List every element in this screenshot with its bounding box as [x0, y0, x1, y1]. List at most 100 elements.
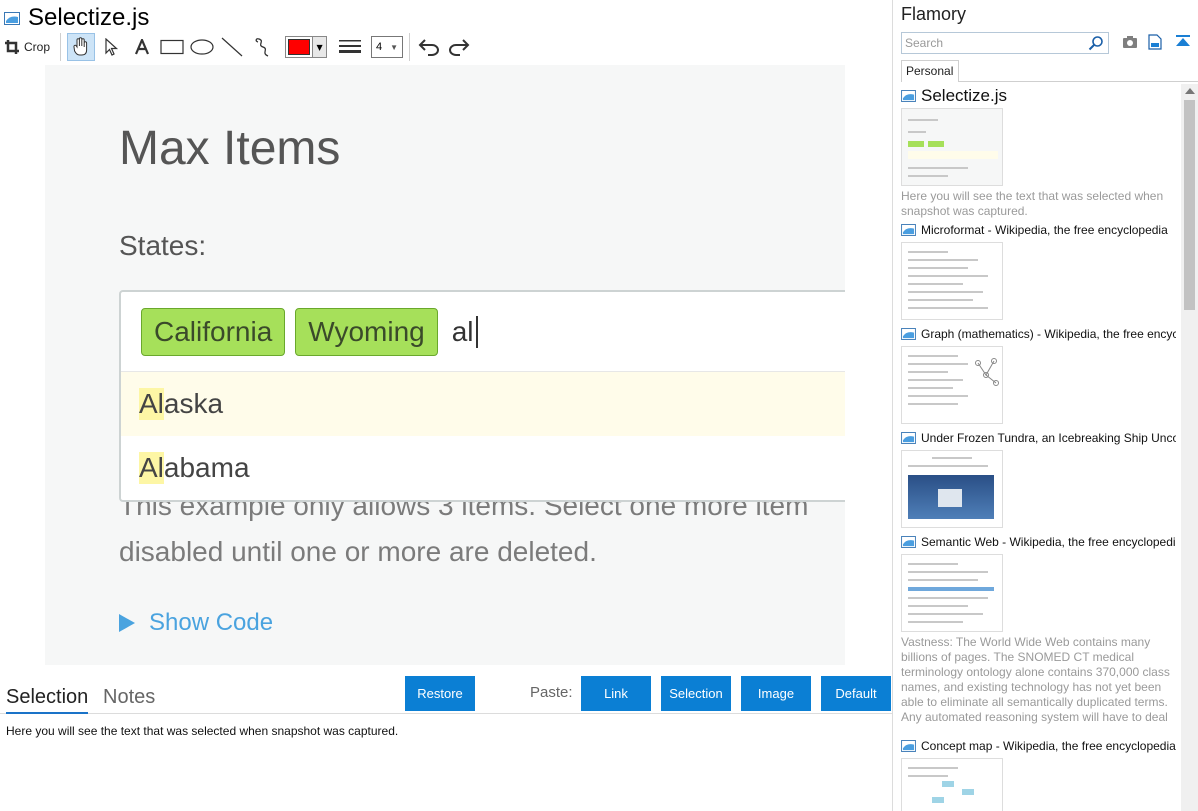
tab-personal[interactable]: Personal	[901, 60, 959, 82]
undo-button[interactable]	[416, 33, 442, 61]
snapshot-heading: Max Items	[119, 122, 341, 175]
item-title: Microformat - Wikipedia, the free encycl…	[901, 221, 1176, 239]
thumbnail	[901, 242, 1003, 320]
freehand-tool-button[interactable]	[249, 33, 275, 61]
undo-icon	[418, 39, 439, 56]
snapshot-icon	[901, 536, 916, 548]
snapshot-icon	[901, 328, 916, 340]
option-rest: abama	[163, 452, 250, 483]
crop-icon	[5, 40, 19, 54]
tab-selection[interactable]: Selection	[6, 682, 89, 714]
item-title: Selectize.js	[901, 87, 1176, 105]
item-title-text: Selectize.js	[921, 87, 1007, 105]
item-title-text: Graph (mathematics) - Wikipedia, the fre…	[921, 327, 1176, 341]
text-cursor	[475, 315, 478, 348]
chevron-down-icon: ▼	[390, 42, 399, 52]
toolbar-divider	[409, 33, 411, 61]
ellipse-tool-button[interactable]	[189, 33, 215, 61]
rectangle-tool-button[interactable]	[159, 33, 185, 61]
thumbnail	[901, 108, 1003, 186]
crop-label: Crop	[24, 40, 51, 54]
paste-default-button[interactable]: Default	[821, 676, 891, 711]
search-input[interactable]: Search	[901, 32, 1109, 54]
ellipse-icon	[190, 39, 214, 55]
item-title: Under Frozen Tundra, an Icebreaking Ship…	[901, 429, 1176, 447]
match-highlight: Al	[139, 388, 164, 420]
color-picker[interactable]: ▼	[285, 36, 328, 58]
restore-button[interactable]: Restore	[405, 676, 475, 711]
selectize-control: California Wyoming al Al aska Al abama	[119, 290, 845, 502]
paste-selection-button[interactable]: Selection	[661, 676, 731, 711]
paste-link-button[interactable]: Link	[581, 676, 651, 711]
tab-notes[interactable]: Notes	[103, 682, 155, 714]
crop-button[interactable]: Crop	[4, 33, 50, 61]
document-icon[interactable]	[1148, 34, 1162, 50]
select-tool-button[interactable]	[99, 33, 125, 61]
arrow-cursor-icon	[105, 38, 119, 56]
paste-image-button[interactable]: Image	[741, 676, 811, 711]
list-item[interactable]: Semantic Web - Wikipedia, the free encyc…	[901, 533, 1176, 727]
sidebar-tabs: Personal	[901, 60, 1198, 82]
item-title: Semantic Web - Wikipedia, the free encyc…	[901, 533, 1176, 551]
freehand-icon	[255, 38, 269, 57]
line-tool-button[interactable]	[219, 33, 245, 61]
selected-chip: Wyoming	[295, 307, 438, 356]
line-size-select[interactable]: 4 ▼	[371, 36, 404, 58]
text-tool-button[interactable]	[129, 33, 155, 61]
line-icon	[221, 37, 243, 57]
thumbnail	[901, 758, 1003, 811]
show-code-label: Show Code	[149, 609, 274, 636]
scroll-up-icon[interactable]	[1185, 88, 1195, 94]
line-width-button[interactable]	[337, 33, 363, 61]
window-title: Selectize.js	[28, 4, 150, 31]
scroll-thumb[interactable]	[1184, 100, 1195, 310]
sidebar-scrollbar[interactable]	[1181, 84, 1198, 811]
list-item[interactable]: Graph (mathematics) - Wikipedia, the fre…	[901, 325, 1176, 424]
item-title: Concept map - Wikipedia, the free encycl…	[901, 737, 1176, 755]
play-icon	[119, 614, 135, 632]
toolbar-divider	[60, 33, 62, 61]
search-placeholder: Search	[905, 36, 944, 50]
snapshot-icon	[901, 740, 916, 752]
window-titlebar: Selectize.js	[4, 4, 149, 32]
selection-text[interactable]: Here you will see the text that was sele…	[6, 724, 398, 738]
snapshot-icon	[901, 224, 916, 236]
text-icon	[135, 39, 150, 55]
hand-icon	[73, 37, 88, 56]
thumbnail	[901, 346, 1003, 424]
paragraph-line: disabled until one or more are deleted.	[119, 536, 597, 567]
sidebar-title: Flamory	[901, 4, 967, 24]
redo-button[interactable]	[446, 33, 472, 61]
selectize-input: California Wyoming al	[121, 292, 845, 372]
list-item[interactable]: Concept map - Wikipedia, the free encycl…	[901, 737, 1176, 811]
option-rest: aska	[163, 388, 224, 419]
chevron-down-icon: ▼	[312, 37, 327, 57]
snapshot-icon	[901, 90, 916, 102]
collapse-to-top-icon[interactable]	[1175, 34, 1191, 50]
flamory-sidebar: Flamory Search Personal Selectize.js Her…	[894, 0, 1198, 811]
item-title-text: Microformat - Wikipedia, the free encycl…	[921, 223, 1168, 237]
match-highlight: Al	[139, 452, 164, 484]
snapshot-label: States:	[119, 230, 207, 261]
paste-label: Paste:	[530, 684, 573, 701]
color-swatch	[288, 39, 311, 55]
snapshot-editor-pane: Selectize.js Crop ▼ 4 ▼ Max Items States…	[0, 0, 893, 811]
item-title: Graph (mathematics) - Wikipedia, the fre…	[901, 325, 1176, 343]
hand-tool-button[interactable]	[67, 33, 96, 61]
selected-chip: California	[141, 307, 286, 356]
item-title-text: Under Frozen Tundra, an Icebreaking Ship…	[921, 431, 1176, 445]
list-item[interactable]: Microformat - Wikipedia, the free encycl…	[901, 221, 1176, 320]
thumbnail	[901, 450, 1003, 528]
search-icon[interactable]	[1088, 35, 1104, 51]
item-title-text: Concept map - Wikipedia, the free encycl…	[921, 739, 1176, 753]
list-item[interactable]: Selectize.js Here you will see the text …	[901, 87, 1176, 219]
show-code-link: Show Code	[119, 609, 273, 637]
list-item[interactable]: Under Frozen Tundra, an Icebreaking Ship…	[901, 429, 1176, 528]
camera-icon[interactable]	[1122, 34, 1138, 50]
drawing-toolbar: Crop ▼ 4 ▼	[4, 32, 476, 62]
redo-icon	[449, 39, 470, 56]
rectangle-icon	[160, 39, 184, 55]
app-icon	[4, 11, 20, 25]
snapshot-icon	[901, 432, 916, 444]
item-description: Vastness: The World Wide Web contains ma…	[901, 635, 1170, 727]
